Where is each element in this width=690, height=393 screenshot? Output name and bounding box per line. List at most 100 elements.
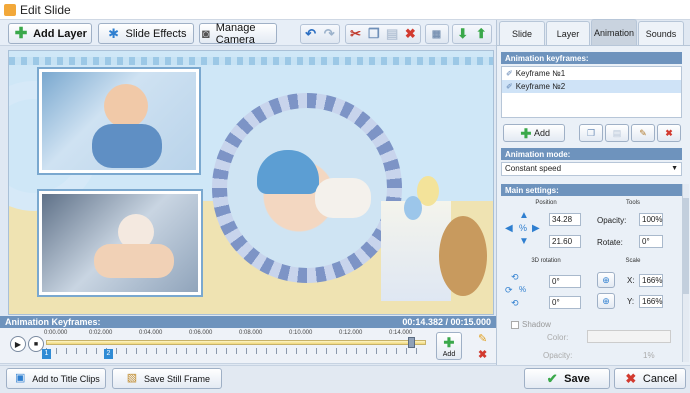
arrow-left-icon[interactable]: ◀ xyxy=(505,223,513,234)
play-icon: ▶ xyxy=(14,339,22,349)
camera-icon: ◙ xyxy=(201,26,210,41)
save-still-frame-button[interactable]: ▧ Save Still Frame xyxy=(112,368,222,389)
decor-stripe-top xyxy=(9,57,493,65)
photo-baby-blue[interactable] xyxy=(39,69,199,173)
align-dropdown[interactable]: ▦ xyxy=(425,24,449,44)
photo-baby-bunny[interactable] xyxy=(39,191,201,295)
scale-x-button[interactable]: ⊕ xyxy=(597,272,615,288)
align-icon: ▦ xyxy=(431,28,442,40)
rotate-3d-left-icon[interactable]: ⟳ xyxy=(505,285,513,296)
tick-label: 0:14.000 xyxy=(389,330,413,336)
panel-tabs: Slide Layer Animation Sounds xyxy=(497,19,690,46)
rotate-3d-up-icon[interactable]: ⟲ xyxy=(511,272,519,283)
tab-sounds[interactable]: Sounds xyxy=(638,21,684,45)
window-title: Edit Slide xyxy=(20,2,71,17)
copy-icon[interactable]: ❐ xyxy=(366,26,381,42)
rotation3d-field-2[interactable]: 0° xyxy=(549,296,581,309)
cut-icon[interactable]: ✂ xyxy=(348,26,363,42)
keyframe-marker-2[interactable]: 2 xyxy=(104,349,113,359)
scale-x-field[interactable]: 166% xyxy=(639,274,663,287)
delete-icon[interactable]: ✖ xyxy=(403,26,418,42)
cancel-button[interactable]: ✖ Cancel xyxy=(614,368,686,389)
keyframes-header: Animation keyframes: xyxy=(501,52,682,64)
edit-keyframe-icon[interactable]: ✎ xyxy=(478,332,487,345)
rotate-3d-down-icon[interactable]: ⟲ xyxy=(511,298,519,309)
undo-icon[interactable]: ↶ xyxy=(303,26,319,42)
panel-scrollbar[interactable] xyxy=(682,184,689,362)
clip-icon: ▣ xyxy=(15,372,26,384)
zoom-icon: ⊕ xyxy=(602,274,610,285)
delete-keyframe-button[interactable]: ✖ xyxy=(657,124,681,142)
stop-icon: ■ xyxy=(33,340,39,348)
add-to-title-clips-button[interactable]: ▣ Add to Title Clips xyxy=(6,368,106,389)
redo-icon[interactable]: ↷ xyxy=(322,26,338,42)
timeline-track[interactable] xyxy=(46,340,426,345)
plus-icon: ✚ xyxy=(14,25,28,42)
shadow-color-label: Color: xyxy=(547,333,569,342)
baby-outfit xyxy=(92,124,162,168)
slide-preview[interactable] xyxy=(8,50,494,315)
position-x-field[interactable]: 34.28 xyxy=(549,213,581,226)
tick-label: 0:10.000 xyxy=(289,330,313,336)
rotate-field[interactable]: 0° xyxy=(639,235,663,248)
keyframe-marker-1[interactable]: 1 xyxy=(42,349,51,359)
lion-plush xyxy=(439,216,487,296)
clear-keyframe-button[interactable]: ✎ xyxy=(631,124,655,142)
paste-icon[interactable]: ▤ xyxy=(385,26,400,42)
move-up-icon[interactable]: ⬆ xyxy=(474,26,490,42)
arrow-up-icon[interactable]: ▲ xyxy=(519,210,529,221)
delete-keyframe-icon[interactable]: ✖ xyxy=(478,348,487,361)
keyframe-pin-icon: ✐ xyxy=(506,69,513,78)
shadow-color-field[interactable] xyxy=(587,330,671,343)
timeline-add-label: Add xyxy=(442,350,456,358)
percent-icon[interactable]: % xyxy=(519,285,526,294)
list-item-selected[interactable]: ✐ Keyframe №2 xyxy=(502,80,681,93)
timeline-add-button[interactable]: ✚ Add xyxy=(436,332,462,360)
arrow-down-icon[interactable]: ▼ xyxy=(519,236,529,247)
position-y-field[interactable]: 21.60 xyxy=(549,235,581,248)
add-layer-button[interactable]: ✚ Add Layer xyxy=(8,23,92,44)
copy-keyframe-button[interactable]: ❐ xyxy=(579,124,603,142)
check-icon: ✔ xyxy=(546,371,558,386)
keyframe-pin-icon: ✐ xyxy=(506,82,513,91)
tab-animation[interactable]: Animation xyxy=(591,19,637,45)
tools-label: Tools xyxy=(625,200,640,206)
save-still-frame-label: Save Still Frame xyxy=(143,373,211,384)
edit-tools-group: ✂ ❐ ▤ ✖ xyxy=(345,24,421,44)
save-button[interactable]: ✔ Save xyxy=(524,368,610,389)
image-icon: ▧ xyxy=(126,372,138,384)
percent-icon[interactable]: % xyxy=(519,223,527,233)
opacity-field[interactable]: 100% xyxy=(639,213,663,226)
scale-label: Scale xyxy=(625,258,641,264)
tick-label: 0:06.000 xyxy=(189,330,213,336)
checkbox[interactable] xyxy=(511,320,519,329)
zoom-icon: ⊕ xyxy=(602,295,610,306)
paste-keyframe-button[interactable]: ▤ xyxy=(605,124,629,142)
shadow-label: Shadow xyxy=(522,320,551,329)
tab-layer[interactable]: Layer xyxy=(546,21,590,45)
scale-y-label: Y: xyxy=(627,297,635,306)
knit-hat xyxy=(257,150,319,194)
scale-y-button[interactable]: ⊕ xyxy=(597,293,615,309)
manage-camera-button[interactable]: ◙ Manage Camera xyxy=(199,22,277,46)
scrollbar-thumb[interactable] xyxy=(683,198,689,294)
mode-header: Animation mode: xyxy=(501,148,682,160)
animation-mode-value: Constant speed xyxy=(505,164,562,173)
playhead-handle[interactable] xyxy=(408,337,415,348)
move-down-icon[interactable]: ⬇ xyxy=(455,26,471,42)
rotation3d-field-1[interactable]: 0° xyxy=(549,275,581,288)
timeline-ruler xyxy=(46,348,426,354)
shadow-toggle[interactable]: Shadow xyxy=(511,320,551,329)
arrow-right-icon[interactable]: ▶ xyxy=(532,223,540,234)
photo-baby-sleeping[interactable] xyxy=(227,108,387,268)
play-button[interactable]: ▶ xyxy=(10,336,26,352)
tab-slide[interactable]: Slide xyxy=(499,21,545,45)
keyframes-list[interactable]: ✐ Keyframe №1 ✐ Keyframe №2 xyxy=(501,66,682,118)
add-keyframe-button[interactable]: ✚ Add xyxy=(503,124,565,142)
animation-mode-select[interactable]: Constant speed ▼ xyxy=(501,162,682,176)
scale-y-field[interactable]: 166% xyxy=(639,295,663,308)
keyframe-timeline[interactable]: ▶ ■ 0:00.000 0:02.000 0:04.000 0:06.000 … xyxy=(0,328,496,364)
rotate-label: Rotate: xyxy=(597,238,623,247)
list-item[interactable]: ✐ Keyframe №1 xyxy=(502,67,681,80)
slide-effects-button[interactable]: ✱ Slide Effects xyxy=(98,23,194,44)
